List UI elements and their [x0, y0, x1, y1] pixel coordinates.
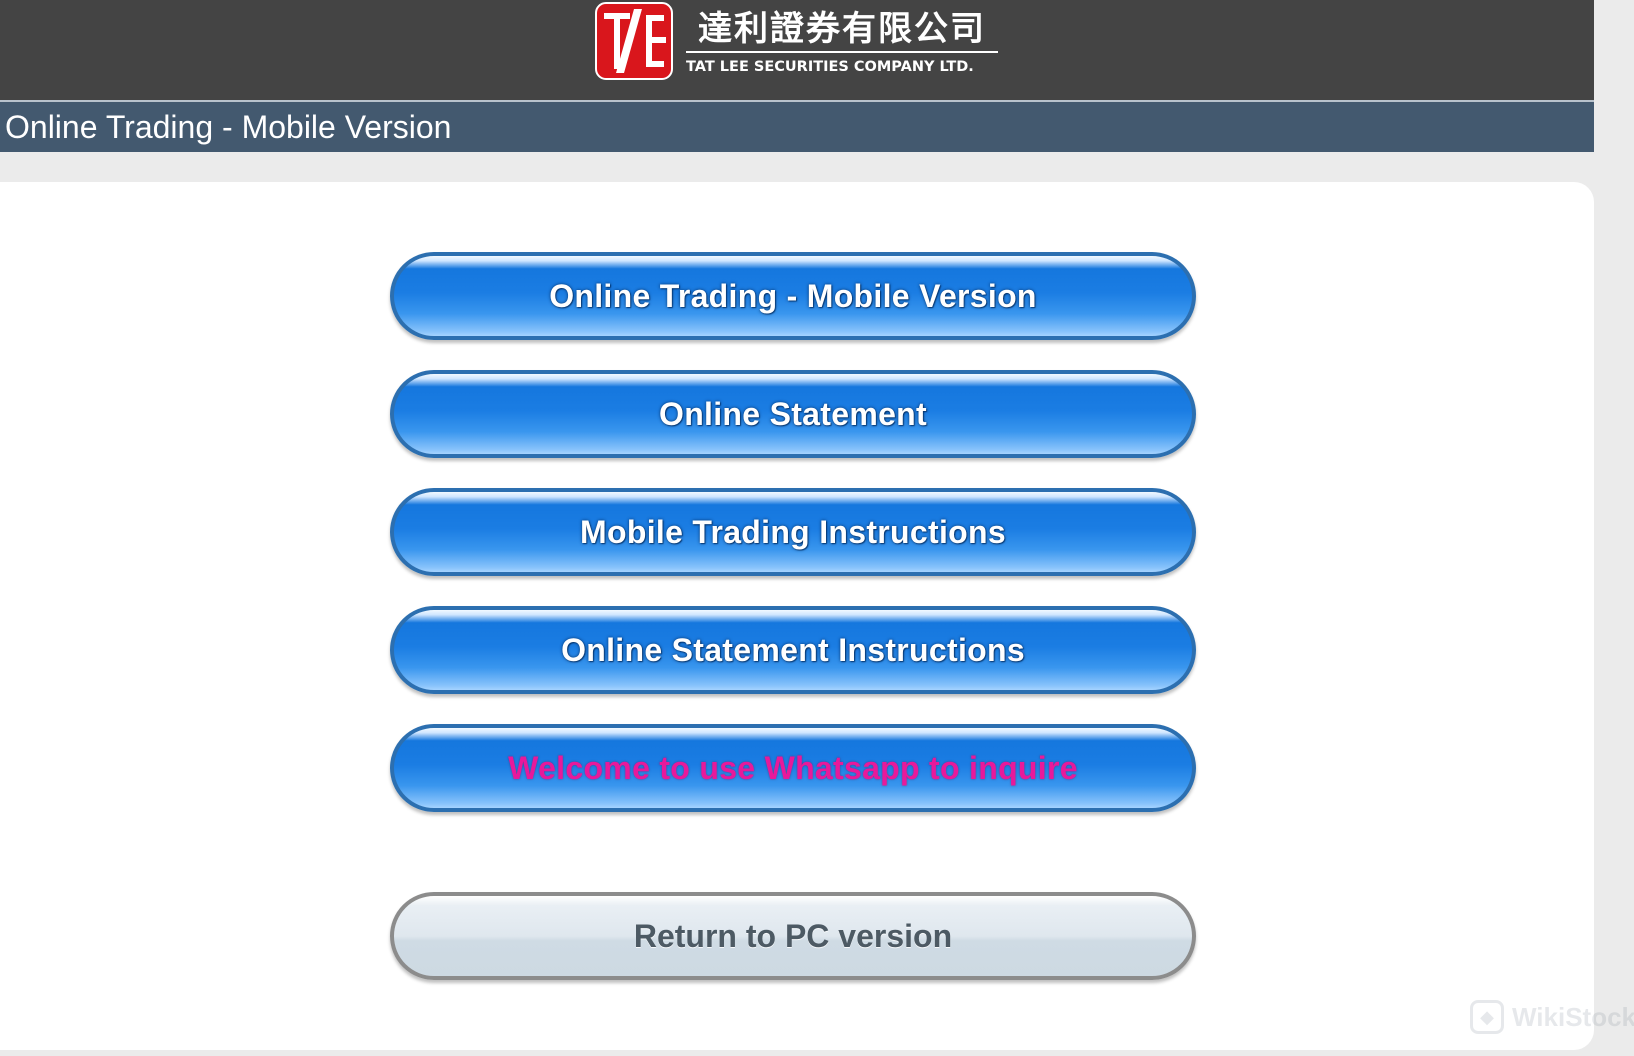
- title-bar: Online Trading - Mobile Version: [0, 100, 1594, 152]
- top-header: 達利證券有限公司 TAT LEE SECURITIES COMPANY LTD.: [0, 0, 1594, 100]
- online-statement-instructions-button[interactable]: Online Statement Instructions: [390, 606, 1196, 694]
- whatsapp-inquiry-button-label: Welcome to use Whatsapp to inquire: [508, 749, 1078, 786]
- mobile-trading-instructions-button[interactable]: Mobile Trading Instructions: [390, 488, 1196, 576]
- logo-text-block: 達利證券有限公司 TAT LEE SECURITIES COMPANY LTD.: [686, 9, 998, 78]
- online-statement-button-label: Online Statement: [659, 395, 927, 432]
- online-statement-button[interactable]: Online Statement: [390, 370, 1196, 458]
- online-trading-mobile-button-label: Online Trading - Mobile Version: [549, 277, 1037, 314]
- online-statement-instructions-button-label: Online Statement Instructions: [561, 631, 1025, 668]
- page-title: Online Trading - Mobile Version: [5, 109, 452, 145]
- wikistock-icon: ◆: [1470, 1000, 1504, 1034]
- online-trading-mobile-button[interactable]: Online Trading - Mobile Version: [390, 252, 1196, 340]
- main-panel: Online Trading - Mobile Version Online S…: [0, 182, 1594, 1050]
- return-to-pc-button-label: Return to PC version: [633, 917, 953, 954]
- whatsapp-inquiry-button[interactable]: Welcome to use Whatsapp to inquire: [390, 724, 1196, 812]
- watermark: ◆ WikiStock: [1470, 1000, 1634, 1034]
- logo-english-name: TAT LEE SECURITIES COMPANY LTD.: [686, 59, 974, 75]
- logo-chinese-name: 達利證券有限公司: [686, 9, 998, 53]
- company-logo[interactable]: 達利證券有限公司 TAT LEE SECURITIES COMPANY LTD.: [594, 1, 998, 81]
- watermark-text: WikiStock: [1512, 1001, 1634, 1032]
- tat-lee-logo-icon: [595, 2, 673, 80]
- mobile-trading-instructions-button-label: Mobile Trading Instructions: [580, 513, 1006, 550]
- return-to-pc-button[interactable]: Return to PC version: [390, 892, 1196, 980]
